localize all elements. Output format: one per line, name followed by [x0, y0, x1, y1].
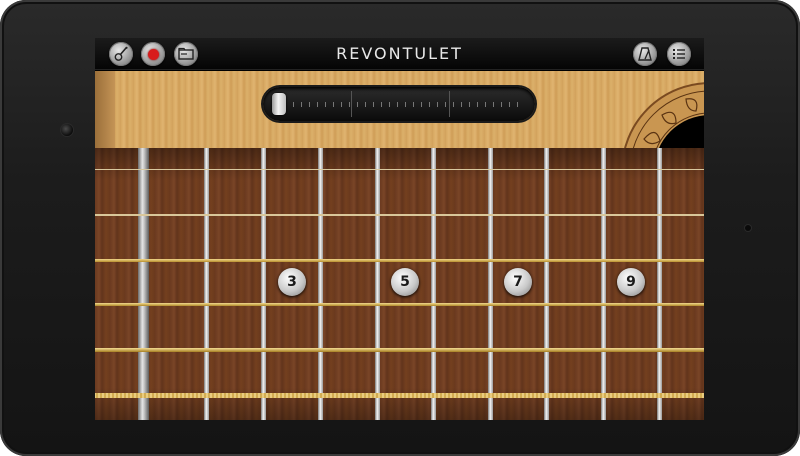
bridge-edge — [95, 71, 115, 148]
fret-marker-5: 5 — [391, 268, 419, 296]
guitar-string[interactable] — [95, 169, 704, 170]
guitar-string[interactable] — [95, 348, 704, 352]
menu-list-icon — [673, 49, 685, 59]
slider-ticks — [277, 102, 521, 107]
metronome-button[interactable] — [633, 42, 657, 66]
fret — [431, 148, 436, 420]
slider-thumb[interactable] — [272, 93, 286, 115]
fret-marker-3: 3 — [278, 268, 306, 296]
menu-button[interactable] — [667, 42, 691, 66]
fret — [261, 148, 266, 420]
fret — [601, 148, 606, 420]
fretboard-position-slider[interactable] — [263, 87, 535, 121]
fret — [318, 148, 323, 420]
guitar-string[interactable] — [95, 214, 704, 216]
guitar-string[interactable] — [95, 303, 704, 306]
fret-marker-7: 7 — [504, 268, 532, 296]
fret-marker-9: 9 — [617, 268, 645, 296]
fret — [375, 148, 380, 420]
fret — [657, 148, 662, 420]
front-camera — [61, 124, 73, 136]
guitar-string[interactable] — [95, 259, 704, 262]
guitar-nut — [138, 148, 149, 420]
metronome-icon — [638, 47, 652, 61]
slider-section-marker — [449, 91, 450, 117]
top-toolbar: REVONTULET — [95, 38, 704, 70]
app-title: REVONTULET — [336, 44, 463, 63]
light-sensor — [745, 225, 751, 231]
app-screen: REVONTULET 3 5 7 9 — [95, 38, 704, 420]
fret — [488, 148, 493, 420]
guitar-string[interactable] — [95, 393, 704, 398]
tablet-frame: REVONTULET 3 5 7 9 — [0, 0, 800, 456]
fret — [544, 148, 549, 420]
fret — [204, 148, 209, 420]
slider-section-marker — [351, 91, 352, 117]
